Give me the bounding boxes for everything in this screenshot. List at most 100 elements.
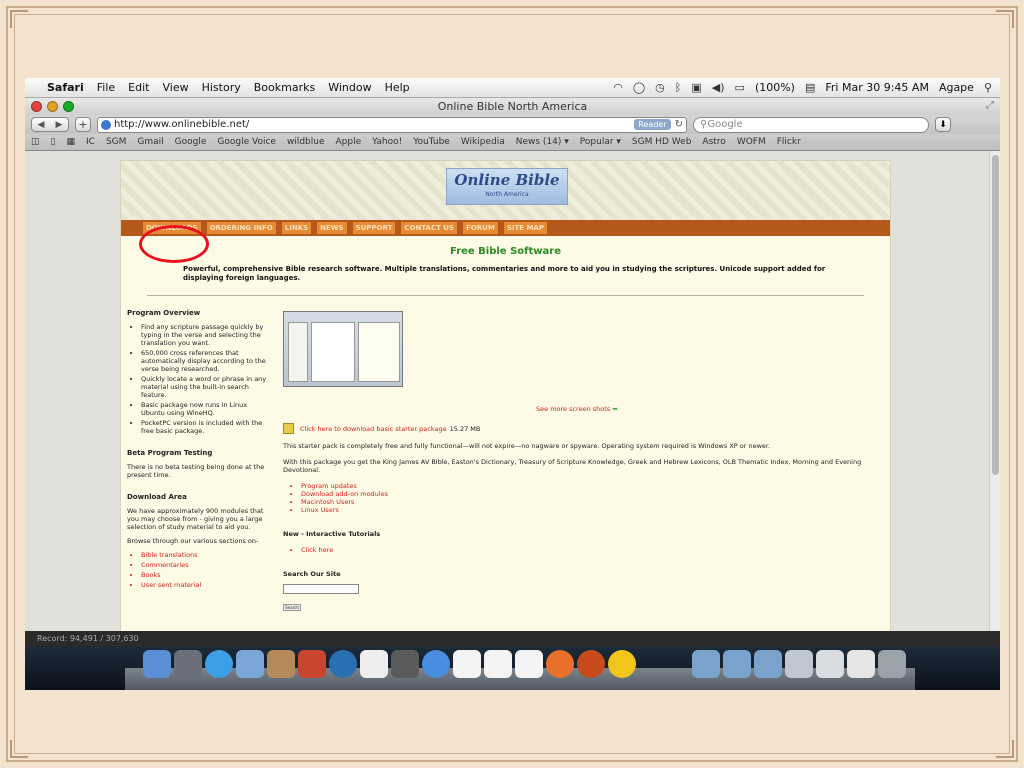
download-link[interactable]: User sent material [141, 581, 267, 589]
main-link[interactable]: Program updates [301, 482, 883, 490]
menu-app-name[interactable]: Safari [47, 81, 84, 94]
menu-clock[interactable]: Fri Mar 30 9:45 AM [825, 81, 929, 94]
bookmark-item[interactable]: Apple [336, 137, 362, 147]
tutorials-link[interactable]: Click here [301, 546, 883, 554]
pdf-icon[interactable] [453, 650, 481, 678]
main-link[interactable]: Linux Users [301, 506, 883, 514]
url-text[interactable]: http://www.onlinebible.net/ [114, 119, 249, 130]
bookmark-item[interactable]: Wikipedia [461, 137, 505, 147]
battery-icon[interactable]: ▭ [735, 81, 745, 94]
bookmarks-book-icon[interactable]: ▯ [51, 137, 56, 147]
site-logo[interactable]: Online Bible North America [446, 168, 568, 205]
bookmark-item[interactable]: Gmail [137, 137, 163, 147]
downloads-button[interactable]: ⬇ [935, 117, 951, 132]
nav-ordering-info[interactable]: ORDERING INFO [206, 222, 276, 234]
zoom-button[interactable] [63, 101, 74, 112]
menu-view[interactable]: View [162, 81, 188, 94]
stack-icon[interactable] [785, 650, 813, 678]
address-bar[interactable]: http://www.onlinebible.net/ Reader ↻ [97, 116, 687, 133]
folder-icon[interactable] [692, 650, 720, 678]
search-field[interactable]: ⚲ Google [693, 116, 929, 133]
mail-icon[interactable] [236, 650, 264, 678]
add-bookmark-button[interactable]: + [75, 117, 91, 132]
bookmark-item[interactable]: Astro [702, 137, 725, 147]
nav-forum[interactable]: FORUM [463, 222, 498, 234]
nav-links[interactable]: LINKS [281, 222, 312, 234]
top-sites-icon[interactable]: ▦ [66, 137, 75, 147]
calendar-icon[interactable]: ▤ [805, 81, 815, 94]
download-link[interactable]: Books [141, 571, 267, 579]
nav-contact-us[interactable]: CONTACT US [401, 222, 458, 234]
see-more-link[interactable]: See more screen shots ➡ [536, 405, 883, 413]
bookmark-item[interactable]: News (14) ▾ [516, 137, 569, 147]
menu-window[interactable]: Window [328, 81, 371, 94]
bookmark-item[interactable]: SGM HD Web [632, 137, 692, 147]
time-machine-icon[interactable]: ◷ [655, 81, 665, 94]
documents-icon[interactable] [754, 650, 782, 678]
thunderbird-icon[interactable] [577, 650, 605, 678]
site-search-button[interactable]: Search [283, 604, 301, 611]
contacts-icon[interactable] [267, 650, 295, 678]
trash-icon[interactable] [878, 650, 906, 678]
fullscreen-icon[interactable]: ⤢ [986, 100, 994, 111]
notes-icon[interactable] [847, 650, 875, 678]
site-search-input[interactable] [283, 584, 359, 594]
downloads-icon[interactable] [723, 650, 751, 678]
reader-button[interactable]: Reader [634, 119, 671, 130]
bookmark-item[interactable]: Yahoo! [372, 137, 402, 147]
back-forward-buttons[interactable]: ◀ ▶ [31, 117, 69, 132]
forward-icon[interactable]: ▶ [56, 120, 63, 130]
download-link[interactable]: Commentaries [141, 561, 267, 569]
yahoo-messenger-icon[interactable] [608, 650, 636, 678]
firefox-icon[interactable] [546, 650, 574, 678]
minimize-button[interactable] [47, 101, 58, 112]
screenshot-thumbnail[interactable] [283, 311, 403, 387]
bookmark-item[interactable]: YouTube [413, 137, 450, 147]
quicktime-icon[interactable] [329, 650, 357, 678]
sync-icon[interactable]: ◯ [633, 81, 645, 94]
close-button[interactable] [31, 101, 42, 112]
menu-help[interactable]: Help [385, 81, 410, 94]
nav-news[interactable]: NEWS [317, 222, 347, 234]
menu-bookmarks[interactable]: Bookmarks [254, 81, 315, 94]
back-icon[interactable]: ◀ [38, 120, 45, 130]
reload-icon[interactable]: ↻ [675, 119, 683, 130]
nav-site-map[interactable]: SITE MAP [503, 222, 547, 234]
bookmark-item[interactable]: SGM [106, 137, 126, 147]
window-titlebar[interactable]: Online Bible North America ⤢ [25, 98, 1000, 115]
menu-file[interactable]: File [97, 81, 115, 94]
bookmark-item[interactable]: IC [86, 137, 95, 147]
bookmark-item[interactable]: Popular ▾ [580, 137, 621, 147]
itunes-icon[interactable] [422, 650, 450, 678]
bookmark-item[interactable]: WOFM [737, 137, 766, 147]
iphoto-icon[interactable] [391, 650, 419, 678]
spotlight-icon[interactable]: ⚲ [984, 81, 992, 94]
bookmark-item[interactable]: Google [175, 137, 207, 147]
scroll-thumb[interactable] [992, 155, 999, 475]
preview-icon[interactable] [360, 650, 388, 678]
x11-icon[interactable] [515, 650, 543, 678]
bookmark-item[interactable]: wildblue [287, 137, 325, 147]
see-more-text[interactable]: See more screen shots [536, 405, 610, 413]
menu-history[interactable]: History [202, 81, 241, 94]
display-icon[interactable]: ▣ [691, 81, 701, 94]
menu-user[interactable]: Agape [939, 81, 974, 94]
bookmark-item[interactable]: Flickr [777, 137, 801, 147]
main-link[interactable]: Download add-on modules [301, 490, 883, 498]
download-link[interactable]: Bible translations [141, 551, 267, 559]
safari-icon[interactable] [205, 650, 233, 678]
vertical-scrollbar[interactable] [989, 151, 1000, 631]
document-stack-icon[interactable] [816, 650, 844, 678]
ical-icon[interactable] [298, 650, 326, 678]
starter-download-link[interactable]: Click here to download basic starter pac… [300, 425, 447, 433]
menu-edit[interactable]: Edit [128, 81, 149, 94]
volume-icon[interactable]: ◀) [712, 81, 725, 94]
pages-icon[interactable] [484, 650, 512, 678]
wifi-icon[interactable]: ◠ [613, 81, 623, 94]
bookmark-item[interactable]: Google Voice [217, 137, 276, 147]
main-link[interactable]: Macintosh Users [301, 498, 883, 506]
bluetooth-icon[interactable]: ᛒ [675, 81, 682, 94]
launchpad-icon[interactable] [174, 650, 202, 678]
finder-icon[interactable] [143, 650, 171, 678]
reading-list-icon[interactable]: ◫ [31, 137, 40, 147]
